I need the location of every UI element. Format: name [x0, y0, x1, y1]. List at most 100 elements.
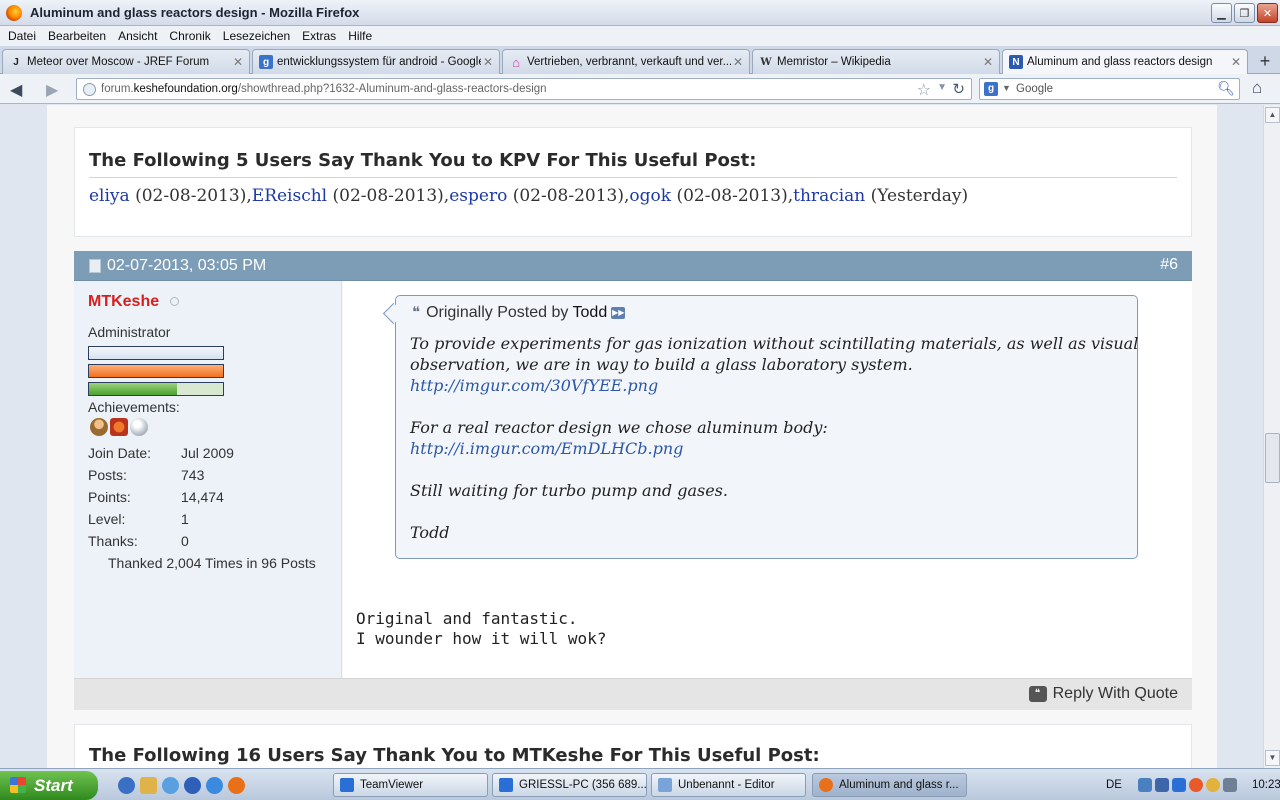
media-player-icon[interactable]: [118, 777, 135, 794]
volume-icon[interactable]: [1222, 778, 1237, 792]
quote-icon: ❝: [412, 304, 421, 321]
stat-key: Level:: [88, 511, 126, 527]
tab-close-icon[interactable]: ✕: [731, 55, 745, 69]
taskbar-item-editor[interactable]: Unbenannt - Editor: [651, 773, 806, 797]
wikipedia-favicon-icon: W: [760, 56, 772, 68]
stat-join-date: Join Date: Jul 2009: [88, 445, 234, 461]
thanks-user-link[interactable]: thracian: [793, 186, 865, 206]
reload-icon[interactable]: ↻: [952, 80, 965, 98]
app-launcher-icon[interactable]: [140, 777, 157, 794]
taskbar-item-griessl[interactable]: GRIESSL-PC (356 689...: [492, 773, 647, 797]
reputation-bar-green: [88, 382, 224, 396]
stat-key: Points:: [88, 489, 131, 505]
google-engine-icon[interactable]: g: [984, 82, 998, 96]
quote-link[interactable]: http://imgur.com/30VfYEE.png: [410, 376, 658, 395]
taskbar-item-label: GRIESSL-PC (356 689...: [519, 779, 647, 791]
achievement-cross-icon[interactable]: [110, 418, 128, 436]
reply-with-quote-button[interactable]: ❝ Reply With Quote: [1028, 685, 1178, 703]
menu-chronik[interactable]: Chronik: [169, 29, 210, 43]
stat-thanks: Thanks: 0: [88, 533, 189, 549]
thanks-user-link[interactable]: eliya: [89, 186, 130, 206]
menu-lesezeichen[interactable]: Lesezeichen: [223, 29, 290, 43]
stat-value: 14,474: [181, 489, 224, 505]
post-number-link[interactable]: #6: [1160, 256, 1178, 274]
achievements-icons: [90, 418, 148, 436]
reputation-bar-blue: [88, 346, 224, 360]
tab-jref[interactable]: J Meteor over Moscow - JREF Forum ✕: [2, 49, 250, 74]
post-username-link[interactable]: MTKeshe: [88, 293, 159, 311]
menu-bearbeiten[interactable]: Bearbeiten: [48, 29, 106, 43]
tab-google[interactable]: g entwicklungssystem für android - Googl…: [252, 49, 500, 74]
url-bar[interactable]: forum.keshefoundation.org/showthread.php…: [76, 78, 972, 100]
window-titlebar[interactable]: Aluminum and glass reactors design - Moz…: [0, 0, 1280, 26]
thanks-user-link[interactable]: EReischl: [252, 186, 327, 206]
tab-keshe-active[interactable]: N Aluminum and glass reactors design ✕: [1002, 49, 1248, 74]
tab-close-icon[interactable]: ✕: [231, 55, 245, 69]
network-icon[interactable]: [1137, 778, 1152, 792]
media-center-icon[interactable]: [184, 777, 201, 794]
windows-taskbar: Start TeamViewer GRIESSL-PC (356 689... …: [0, 768, 1280, 800]
scrollbar-thumb[interactable]: [1265, 433, 1280, 483]
back-arrow-icon[interactable]: ◀: [10, 80, 22, 100]
tab-wikipedia[interactable]: W Memristor – Wikipedia ✕: [752, 49, 1000, 74]
antivirus-icon[interactable]: [1188, 778, 1203, 792]
notepad-icon: [658, 778, 672, 792]
system-clock[interactable]: 10:23: [1252, 779, 1280, 791]
minimize-button[interactable]: ▁: [1211, 3, 1232, 23]
post-message-line: Original and fantastic.: [356, 609, 578, 628]
quote-signature: Todd: [410, 523, 450, 542]
post-header: 02-07-2013, 03:05 PM #6: [74, 251, 1192, 281]
messenger-icon[interactable]: [162, 777, 179, 794]
update-icon[interactable]: [1205, 778, 1220, 792]
page-scrollbar[interactable]: ▲ ▼: [1263, 105, 1280, 768]
language-indicator[interactable]: DE: [1106, 779, 1122, 791]
taskbar-item-firefox[interactable]: Aluminum and glass r...: [812, 773, 967, 797]
start-button[interactable]: Start: [0, 771, 98, 800]
thanks-user-link[interactable]: espero: [449, 186, 507, 206]
stat-value: 743: [181, 467, 205, 483]
new-tab-button[interactable]: +: [1254, 51, 1276, 73]
maximize-button[interactable]: ❐: [1234, 3, 1255, 23]
menu-datei[interactable]: Datei: [8, 29, 36, 43]
search-bar[interactable]: g ▼ Google 🔍︎: [979, 78, 1240, 100]
menu-extras[interactable]: Extras: [302, 29, 336, 43]
window-controls: ▁ ❐ ✕: [1211, 3, 1278, 23]
tab-vertrieben[interactable]: ⌂ Vertrieben, verbrannt, verkauft und ve…: [502, 49, 750, 74]
quote-link[interactable]: http://i.imgur.com/EmDLHCb.png: [410, 439, 683, 458]
taskbar-item-label: Unbenannt - Editor: [678, 779, 775, 791]
home-icon[interactable]: ⌂: [1252, 78, 1262, 98]
firefox-quicklaunch-icon[interactable]: [228, 777, 245, 794]
forum-page: The Following 5 Users Say Thank You to K…: [47, 105, 1217, 768]
teamviewer-tray-icon[interactable]: [1171, 778, 1186, 792]
scroll-down-arrow-icon[interactable]: ▼: [1265, 750, 1280, 766]
tab-close-icon[interactable]: ✕: [981, 55, 995, 69]
menu-ansicht[interactable]: Ansicht: [118, 29, 157, 43]
tab-close-icon[interactable]: ✕: [1229, 55, 1243, 69]
post-document-icon: [89, 259, 101, 273]
thanks-user-link[interactable]: ogok: [629, 186, 671, 206]
internet-explorer-icon[interactable]: [206, 777, 223, 794]
reply-label: Reply With Quote: [1052, 685, 1178, 702]
forward-arrow-icon[interactable]: ▶: [46, 80, 58, 100]
close-window-button[interactable]: ✕: [1257, 3, 1278, 23]
thanks-divider: [89, 177, 1177, 178]
menu-hilfe[interactable]: Hilfe: [348, 29, 372, 43]
search-icon[interactable]: 🔍︎: [1217, 80, 1235, 97]
achievement-silver-icon[interactable]: [130, 418, 148, 436]
search-placeholder[interactable]: Google: [1016, 83, 1053, 95]
achievement-person-icon[interactable]: [90, 418, 108, 436]
url-text[interactable]: forum.keshefoundation.org/showthread.php…: [101, 83, 547, 95]
window-title: Aluminum and glass reactors design - Moz…: [30, 5, 360, 20]
bookmark-star-icon[interactable]: ☆: [917, 80, 931, 100]
scroll-up-arrow-icon[interactable]: ▲: [1265, 107, 1280, 123]
start-label: Start: [34, 775, 73, 795]
quote-header: ❝ Originally Posted by Todd ▶▶: [412, 303, 626, 322]
taskbar-item-teamviewer[interactable]: TeamViewer: [333, 773, 488, 797]
view-post-icon[interactable]: ▶▶: [611, 306, 626, 319]
url-dropdown-icon[interactable]: ▼: [937, 82, 947, 93]
teamviewer-icon: [499, 778, 513, 792]
display-icon[interactable]: [1154, 778, 1169, 792]
engine-dropdown-icon[interactable]: ▼: [1002, 83, 1011, 93]
reputation-bar-orange: [88, 364, 224, 378]
tab-close-icon[interactable]: ✕: [481, 55, 495, 69]
